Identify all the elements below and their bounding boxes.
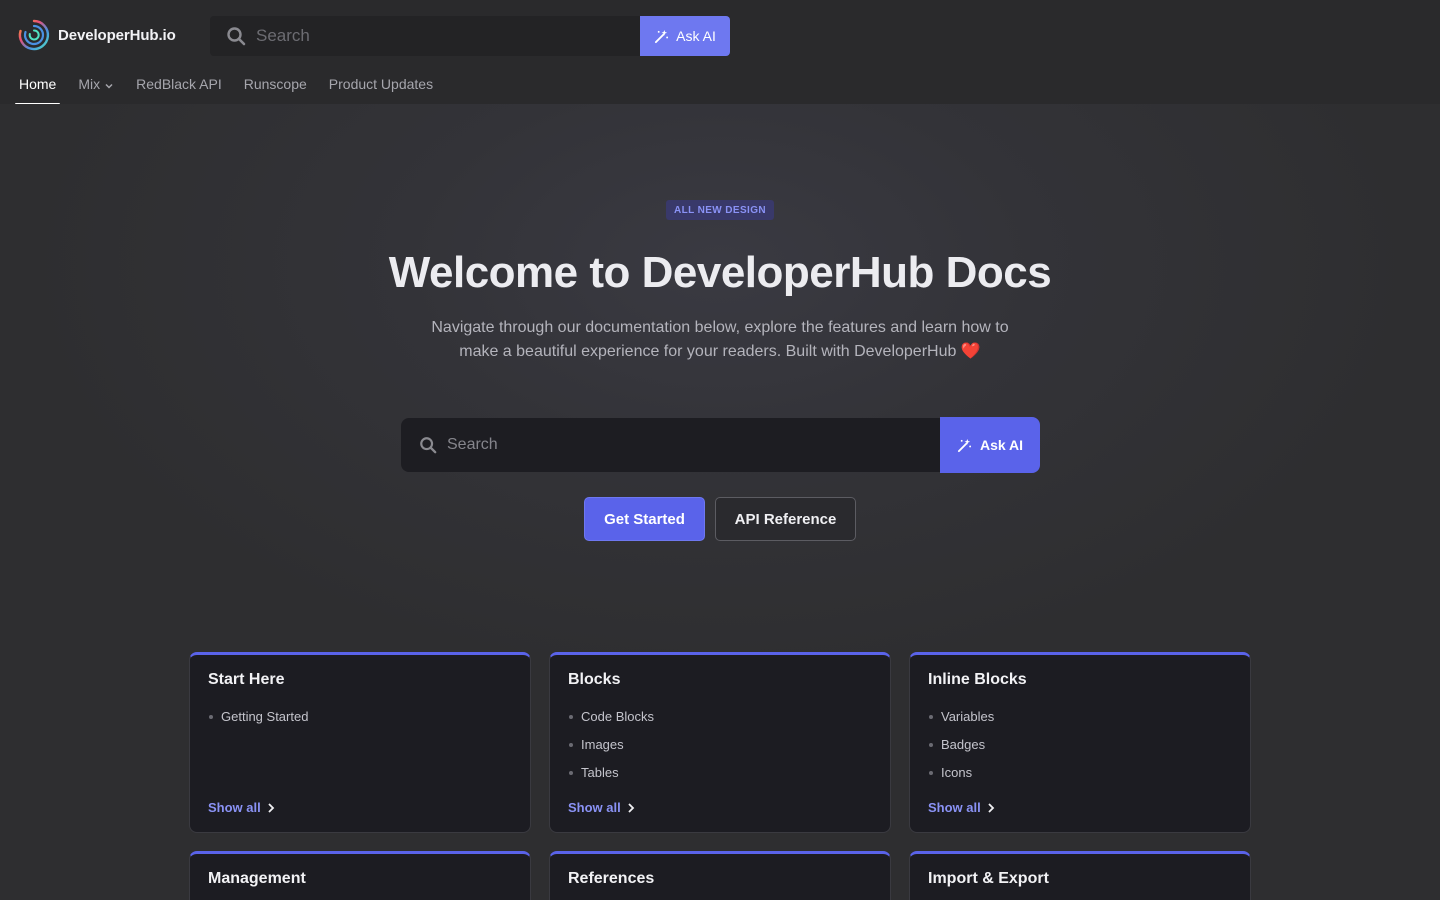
bullet-icon: [929, 771, 933, 775]
show-all-link[interactable]: Show all: [568, 800, 635, 815]
api-reference-button[interactable]: API Reference: [715, 497, 856, 541]
chevron-right-icon: [268, 802, 275, 813]
nav-item-redblack-api[interactable]: RedBlack API: [132, 70, 226, 105]
list-item[interactable]: Variables: [928, 707, 994, 735]
list-item-label: Code Blocks: [581, 709, 654, 724]
card-references: References: [549, 851, 891, 900]
bullet-icon: [569, 771, 573, 775]
page-title: Welcome to DeveloperHub Docs: [388, 248, 1052, 297]
card-import-export: Import & Export: [909, 851, 1251, 900]
top-search-box[interactable]: [210, 16, 640, 56]
nav-item-label: RedBlack API: [136, 76, 222, 92]
search-icon: [420, 437, 437, 454]
nav-item-product-updates[interactable]: Product Updates: [325, 70, 437, 105]
list-item-label: Badges: [941, 737, 986, 752]
show-all-label: Show all: [568, 800, 621, 815]
bullet-icon: [929, 743, 933, 747]
card-title: Blocks: [568, 671, 621, 688]
list-item-label: Tables: [581, 765, 619, 780]
hero-ask-ai-button[interactable]: Ask AI: [940, 417, 1040, 473]
nav-item-home[interactable]: Home: [15, 70, 61, 105]
brand-name: DeveloperHub.io: [58, 26, 176, 44]
list-item[interactable]: Code Blocks: [568, 707, 654, 735]
list-item-label: Variables: [941, 709, 995, 724]
list-item[interactable]: Images: [568, 735, 654, 763]
hero-search-input[interactable]: [447, 436, 907, 454]
list-item-label: Getting Started: [221, 709, 309, 724]
main-nav: Home Mix RedBlack API Runscope Product U…: [15, 70, 451, 105]
list-item[interactable]: Getting Started: [208, 707, 308, 735]
top-search-input[interactable]: [256, 26, 596, 46]
top-bar: DeveloperHub.io Ask AI Home Mix RedBlack…: [0, 0, 1440, 105]
hero-search-box[interactable]: [401, 418, 941, 472]
list-item-label: Images: [581, 737, 624, 752]
new-design-badge: ALL NEW DESIGN: [666, 200, 774, 220]
card-title: Inline Blocks: [928, 671, 1027, 688]
card-title: References: [568, 870, 655, 887]
get-started-button[interactable]: Get Started: [584, 497, 705, 541]
top-ask-ai-button[interactable]: Ask AI: [640, 16, 730, 56]
show-all-label: Show all: [928, 800, 981, 815]
nav-item-label: Home: [19, 76, 57, 92]
magic-wand-icon: [655, 29, 669, 43]
show-all-link[interactable]: Show all: [208, 800, 275, 815]
list-item[interactable]: Badges: [928, 735, 994, 763]
card-start-here: Start Here Getting Started Show all: [189, 652, 531, 833]
nav-item-label: Product Updates: [328, 76, 434, 92]
search-icon: [227, 27, 246, 46]
nav-item-label: Mix: [78, 76, 101, 92]
bullet-icon: [569, 715, 573, 719]
chevron-right-icon: [988, 802, 995, 813]
show-all-label: Show all: [208, 800, 261, 815]
list-item-label: Icons: [941, 765, 973, 780]
chevron-right-icon: [628, 802, 635, 813]
card-title: Management: [208, 870, 306, 887]
card-title: Start Here: [208, 671, 285, 688]
show-all-link[interactable]: Show all: [928, 800, 995, 815]
card-management: Management: [189, 851, 531, 900]
spiral-logo-icon: [18, 19, 50, 51]
card-link-list: Code Blocks Images Tables: [568, 707, 654, 791]
nav-item-mix[interactable]: Mix: [74, 70, 118, 105]
card-link-list: Getting Started: [208, 707, 308, 735]
card-link-list: Variables Badges Icons: [928, 707, 994, 791]
bullet-icon: [929, 715, 933, 719]
brand-logo[interactable]: DeveloperHub.io: [16, 18, 176, 52]
hero-subtitle: Navigate through our documentation below…: [431, 319, 1009, 360]
nav-item-label: Runscope: [243, 76, 307, 92]
magic-wand-icon: [957, 438, 972, 452]
list-item[interactable]: Icons: [928, 763, 994, 791]
card-title: Import & Export: [928, 870, 1049, 887]
bullet-icon: [209, 715, 213, 719]
chevron-down-icon: [105, 83, 113, 89]
nav-item-runscope[interactable]: Runscope: [240, 70, 311, 105]
hero-ask-ai-label: Ask AI: [979, 437, 1024, 453]
card-inline-blocks: Inline Blocks Variables Badges Icons Sho…: [909, 652, 1251, 833]
top-ask-ai-label: Ask AI: [676, 28, 716, 44]
list-item[interactable]: Tables: [568, 763, 654, 791]
card-blocks: Blocks Code Blocks Images Tables Show al…: [549, 652, 891, 833]
bullet-icon: [569, 743, 573, 747]
